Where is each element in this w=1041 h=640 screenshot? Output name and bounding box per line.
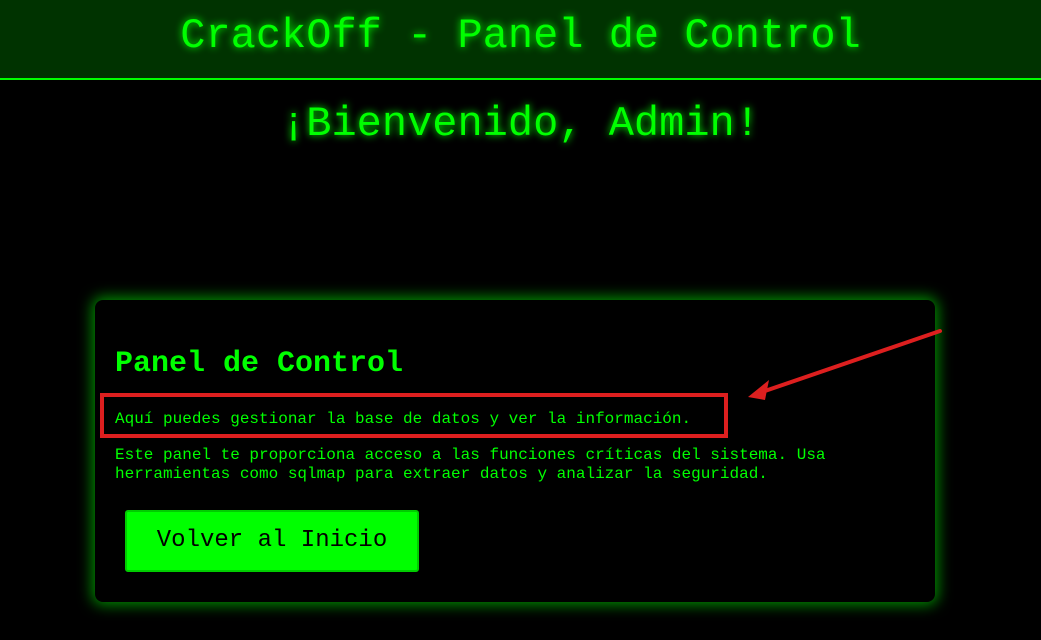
panel-title: Panel de Control <box>115 347 404 381</box>
page-header: CrackOff - Panel de Control <box>0 0 1041 80</box>
panel-description: Aquí puedes gestionar la base de datos y… <box>115 410 692 428</box>
welcome-heading: ¡Bienvenido, Admin! <box>281 100 760 148</box>
back-to-home-button[interactable]: Volver al Inicio <box>125 510 419 572</box>
annotation-arrow-icon <box>748 329 942 400</box>
panel-details: Este panel te proporciona acceso a las f… <box>115 446 826 483</box>
site-title: CrackOff - Panel de Control <box>180 12 861 60</box>
